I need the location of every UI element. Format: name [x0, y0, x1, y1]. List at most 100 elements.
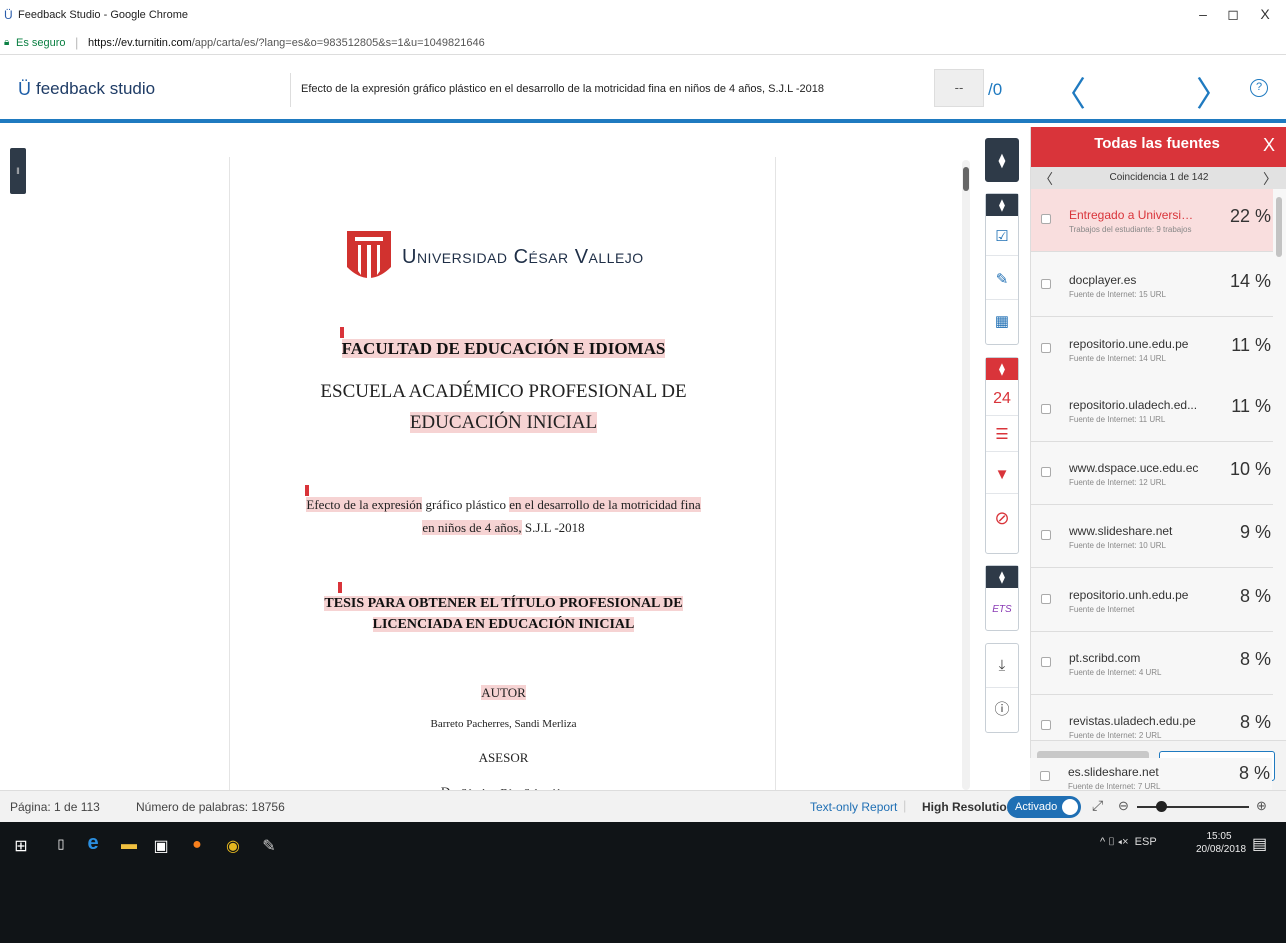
university-shield-logo — [347, 231, 391, 281]
rubric-grid-icon[interactable]: ▦ — [986, 302, 1018, 342]
download-icon[interactable]: ⤓ — [986, 644, 1018, 688]
edit-comment-icon[interactable]: ✎ — [986, 260, 1018, 300]
chrome-icon[interactable]: ◉ — [222, 836, 244, 856]
file-explorer-icon[interactable]: ▬ — [118, 836, 140, 854]
source-checkbox[interactable] — [1041, 657, 1051, 667]
source-item[interactable]: docplayer.es Fuente de Internet: 15 URL … — [1031, 254, 1273, 317]
fullscreen-icon[interactable]: ⤢ — [1092, 797, 1103, 814]
close-window-button[interactable]: X — [1250, 6, 1280, 22]
source-checkbox[interactable] — [1041, 279, 1051, 289]
source-item[interactable]: repositorio.une.edu.pe Fuente de Interne… — [1031, 318, 1273, 381]
source-name: es.slideshare.net — [1068, 765, 1159, 779]
source-item[interactable]: repositorio.unh.edu.pe Fuente de Interne… — [1031, 569, 1273, 632]
filter-icon[interactable]: ▼ — [986, 456, 1018, 494]
next-match-icon[interactable]: 〉 — [1263, 169, 1277, 189]
zoom-out-icon[interactable]: ⊖ — [1118, 798, 1129, 814]
info-icon[interactable]: ⓘ — [986, 688, 1018, 732]
title-part-b: gráfico plástico — [422, 497, 510, 512]
source-item[interactable]: www.slideshare.net Fuente de Internet: 1… — [1031, 505, 1273, 568]
next-page-icon[interactable]: 〉 — [1196, 67, 1230, 116]
source-meta: Fuente de Internet: 12 URL — [1069, 478, 1166, 487]
faculty-heading-text: FACULTAD DE EDUCACIÓN E IDIOMAS — [341, 339, 666, 358]
url-text[interactable]: https://ev.turnitin.com/app/carta/es/?la… — [88, 37, 485, 49]
school-line-1: ESCUELA ACADÉMICO PROFESIONAL DE — [320, 381, 687, 402]
layers-button[interactable]: ⧫ — [985, 138, 1019, 182]
feedback-studio-favicon-icon: Ü — [4, 8, 13, 22]
zoom-in-icon[interactable]: ⊕ — [1256, 798, 1267, 814]
panel-scrollbar-thumb[interactable] — [1276, 197, 1282, 257]
source-percent: 11 % — [1231, 396, 1271, 416]
lock-icon: 🔒︎ — [4, 37, 10, 48]
previous-page-icon[interactable]: 〈 — [1052, 67, 1086, 116]
source-meta: Fuente de Internet: 4 URL — [1069, 668, 1162, 677]
system-tray[interactable]: ^ ⌷ ◂× ESP — [1100, 836, 1157, 849]
source-percent: 8 % — [1238, 763, 1270, 783]
source-percent: 22 % — [1229, 206, 1271, 226]
source-checkbox[interactable] — [1041, 467, 1051, 477]
side-panel-toggle[interactable]: ‖ — [10, 148, 26, 194]
zoom-slider-handle[interactable] — [1156, 801, 1167, 812]
source-checkbox[interactable] — [1040, 771, 1050, 781]
help-icon[interactable]: ? — [1250, 79, 1268, 97]
source-checkbox[interactable] — [1041, 404, 1051, 414]
task-view-icon[interactable]: ▯ — [50, 836, 72, 852]
thesis-purpose-line-1: TESIS PARA OBTENER EL TÍTULO PROFESIONAL… — [230, 596, 777, 612]
url-separator: | — [75, 35, 79, 50]
document-title: Efecto de la expresión gráfico plástico … — [301, 83, 825, 95]
edge-browser-icon[interactable]: e — [82, 832, 104, 855]
thesis-title-line-1: Efecto de la expresión gráfico plástico … — [230, 497, 777, 513]
school-line-2: EDUCACIÓN INICIAL — [230, 412, 777, 434]
system-clock[interactable]: 15:05 20/08/2018 — [1196, 830, 1246, 856]
source-item[interactable]: pt.scribd.com Fuente de Internet: 4 URL … — [1031, 632, 1273, 695]
previous-match-icon[interactable]: 〈 — [1039, 169, 1053, 189]
source-meta: Fuente de Internet: 7 URL — [1068, 782, 1161, 790]
notifications-icon[interactable]: ▤ — [1252, 834, 1267, 854]
store-icon[interactable]: ▣ — [150, 836, 172, 856]
zoom-slider[interactable] — [1137, 806, 1249, 808]
page-info: Página: 1 de 113 — [10, 800, 100, 814]
source-item[interactable]: repositorio.uladech.ed... Fuente de Inte… — [1031, 379, 1273, 442]
source-checkbox[interactable] — [1041, 594, 1051, 604]
source-percent: 10 % — [1229, 459, 1271, 479]
university-name: Universidad César Vallejo — [402, 246, 644, 268]
author-label-text: AUTOR — [481, 685, 526, 700]
source-checkbox[interactable] — [1041, 343, 1051, 353]
high-resolution-toggle[interactable]: Activado — [1007, 796, 1081, 818]
restore-button[interactable]: ◻ — [1218, 6, 1248, 23]
url-path: /app/carta/es/?lang=es&o=983512805&s=1&u… — [191, 37, 485, 49]
source-meta: Fuente de Internet: 10 URL — [1069, 541, 1166, 550]
close-icon[interactable]: X — [1257, 135, 1281, 156]
similarity-layer-icon: ⧫ — [986, 358, 1018, 380]
paint-icon[interactable]: ✎ — [258, 836, 280, 856]
document-scrollbar-track[interactable] — [962, 160, 970, 790]
toggle-knob — [1062, 799, 1078, 815]
thesis-title-line-2: en niños de 4 años, S.J.L -2018 — [230, 520, 777, 536]
sources-panel: Todas las fuentes X 〈 Coincidencia 1 de … — [1030, 127, 1286, 790]
text-only-report-link[interactable]: Text-only Report — [810, 800, 897, 814]
windows-start-icon[interactable]: ⊞ — [10, 836, 32, 856]
source-item[interactable]: es.slideshare.net Fuente de Internet: 7 … — [1030, 758, 1272, 790]
page-number-input[interactable]: -- — [934, 69, 984, 107]
high-resolution-label: High Resolution — [922, 800, 1014, 814]
app-logo-text: feedback studio — [36, 79, 156, 98]
minimize-button[interactable]: – — [1188, 6, 1218, 22]
source-item[interactable]: Entregado a Universida... Trabajos del e… — [1031, 189, 1273, 252]
source-checkbox[interactable] — [1041, 530, 1051, 540]
address-bar[interactable]: 🔒︎ Es seguro | https://ev.turnitin.com/a… — [0, 33, 1286, 55]
document-scrollbar-thumb[interactable] — [963, 167, 969, 191]
firefox-icon[interactable]: ● — [186, 836, 208, 854]
grading-layer-icon: ⧫ — [986, 194, 1018, 216]
match-overview-icon[interactable]: ☰ — [986, 418, 1018, 452]
source-name: www.dspace.uce.edu.ec — [1069, 461, 1199, 475]
checkmark-icon[interactable]: ☑ — [986, 218, 1018, 256]
source-name: revistas.uladech.edu.pe — [1069, 714, 1196, 728]
exclude-icon[interactable]: ⊘ — [986, 498, 1018, 538]
source-checkbox[interactable] — [1041, 214, 1051, 224]
source-item[interactable]: www.dspace.uce.edu.ec Fuente de Internet… — [1031, 442, 1273, 505]
source-percent: 9 % — [1239, 522, 1271, 542]
source-percent: 8 % — [1239, 712, 1271, 732]
similarity-score[interactable]: 24 — [986, 382, 1018, 416]
source-checkbox[interactable] — [1041, 720, 1051, 730]
ets-icon[interactable]: ETS — [986, 590, 1018, 630]
windows-taskbar: ⊞ ▯ e ▬ ▣ ● ◉ ✎ ^ ⌷ ◂× ESP 15:05 20/08/20… — [0, 822, 1286, 943]
